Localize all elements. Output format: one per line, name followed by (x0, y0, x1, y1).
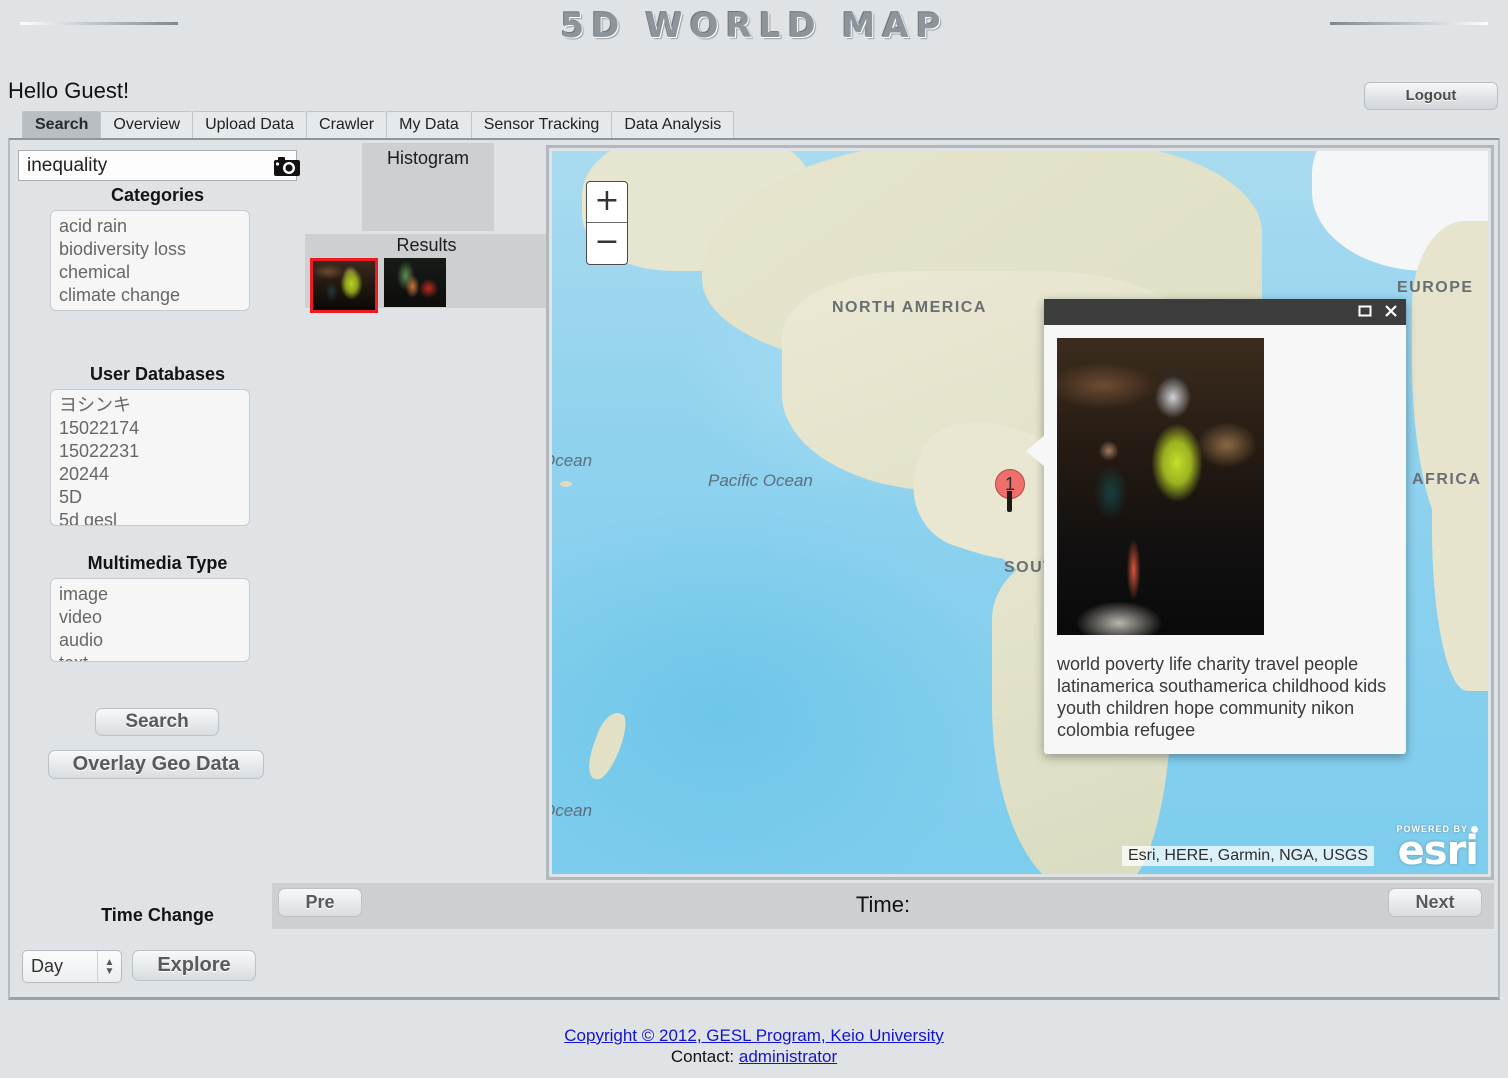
category-option[interactable]: acid rain (51, 215, 249, 238)
user-database-option[interactable]: 15022174 (51, 417, 249, 440)
copyright-link[interactable]: Copyright © 2012, GESL Program, Keio Uni… (564, 1026, 943, 1045)
explore-button[interactable]: Explore (132, 950, 256, 981)
category-option[interactable]: chemical (51, 261, 249, 284)
overlay-geo-data-button[interactable]: Overlay Geo Data (48, 750, 264, 779)
categories-title: Categories (18, 185, 297, 206)
results-panel: Results (305, 234, 548, 308)
result-thumbnail-2[interactable] (384, 258, 446, 307)
landmass-hawaii (560, 481, 572, 487)
time-bar: Time: (272, 883, 1494, 929)
user-database-option[interactable]: 5d gesl (51, 509, 249, 526)
map-zoom-control: + − (586, 181, 628, 265)
popup-photo[interactable] (1057, 338, 1264, 635)
zoom-out-button[interactable]: − (587, 223, 627, 264)
time-label: Time: (272, 892, 1494, 918)
multimedia-type-title: Multimedia Type (18, 553, 297, 574)
multimedia-type-listbox[interactable]: image video audio text (50, 578, 250, 662)
tab-my-data[interactable]: My Data (386, 111, 471, 138)
time-unit-select[interactable]: Day ▲ ▼ (22, 950, 122, 983)
user-database-option[interactable]: 20244 (51, 463, 249, 486)
main-panel: Categories acid rain biodiversity loss c… (8, 138, 1500, 1000)
user-database-option[interactable]: 5D (51, 486, 249, 509)
tab-sensor-tracking[interactable]: Sensor Tracking (471, 111, 612, 138)
multimedia-option[interactable]: text (51, 652, 249, 662)
contact-label: Contact: (671, 1047, 734, 1066)
tab-crawler[interactable]: Crawler (306, 111, 386, 138)
categories-listbox[interactable]: acid rain biodiversity loss chemical cli… (50, 210, 250, 311)
category-option[interactable]: climate change (51, 284, 249, 307)
map-marker-tail (1007, 491, 1012, 512)
multimedia-option[interactable]: audio (51, 629, 249, 652)
histogram-panel: Histogram (362, 143, 494, 231)
map-attribution: Esri, HERE, Garmin, NGA, USGS (1122, 846, 1374, 866)
maximize-icon[interactable] (1358, 304, 1372, 321)
results-title: Results (305, 234, 548, 256)
map-canvas[interactable]: NORTH AMERICA SOUTH AMERICA EUROPE AFRIC… (552, 151, 1488, 874)
map-marker-pin[interactable]: 1 (995, 469, 1027, 511)
esri-wordmark: esri (1396, 834, 1478, 868)
contact-link[interactable]: administrator (739, 1047, 837, 1066)
search-input[interactable] (19, 154, 274, 178)
multimedia-option[interactable]: video (51, 606, 249, 629)
app-root: 5D WORLD MAP Hello Guest! Logout Search … (0, 0, 1508, 1078)
result-thumbnail-1[interactable] (310, 258, 378, 313)
popup-titlebar (1044, 299, 1406, 325)
results-thumbnails (310, 258, 446, 313)
popup-tags: world poverty life charity travel people… (1057, 653, 1393, 741)
user-databases-title: User Databases (18, 364, 297, 385)
tab-upload-data[interactable]: Upload Data (192, 111, 306, 138)
zoom-in-button[interactable]: + (587, 182, 627, 223)
time-unit-value: Day (23, 956, 97, 977)
user-databases-listbox[interactable]: ヨシンキ 15022174 15022231 20244 5D 5d gesl (50, 389, 250, 526)
map-frame: NORTH AMERICA SOUTH AMERICA EUROPE AFRIC… (546, 145, 1494, 880)
popup-pointer (1026, 435, 1045, 467)
close-icon[interactable] (1384, 304, 1398, 321)
search-field-wrapper (18, 150, 297, 181)
greeting-text: Hello Guest! (8, 78, 129, 104)
camera-icon[interactable] (274, 150, 300, 181)
main-tabbar: Search Overview Upload Data Crawler My D… (22, 111, 734, 138)
popup-body: world poverty life charity travel people… (1044, 325, 1406, 754)
logout-button[interactable]: Logout (1364, 82, 1498, 110)
user-database-option[interactable]: ヨシンキ (51, 394, 249, 417)
tab-overview[interactable]: Overview (100, 111, 192, 138)
esri-logo: POWERED BY esri (1396, 824, 1478, 868)
tab-data-analysis[interactable]: Data Analysis (611, 111, 734, 138)
user-database-option[interactable]: 15022231 (51, 440, 249, 463)
page-title: 5D WORLD MAP (0, 6, 1508, 46)
chevron-up-down-icon[interactable]: ▲ ▼ (97, 951, 121, 982)
page-footer: Copyright © 2012, GESL Program, Keio Uni… (0, 1026, 1508, 1067)
category-option[interactable]: biodiversity loss (51, 238, 249, 261)
tab-search[interactable]: Search (22, 111, 100, 138)
search-button[interactable]: Search (95, 708, 219, 736)
time-next-button[interactable]: Next (1388, 888, 1482, 917)
time-change-title: Time Change (18, 905, 297, 926)
feature-popup: world poverty life charity travel people… (1044, 299, 1406, 754)
chevron-down-icon: ▼ (105, 967, 115, 976)
histogram-title: Histogram (362, 143, 494, 169)
category-option[interactable]: coastal waste (51, 307, 249, 311)
multimedia-option[interactable]: image (51, 583, 249, 606)
